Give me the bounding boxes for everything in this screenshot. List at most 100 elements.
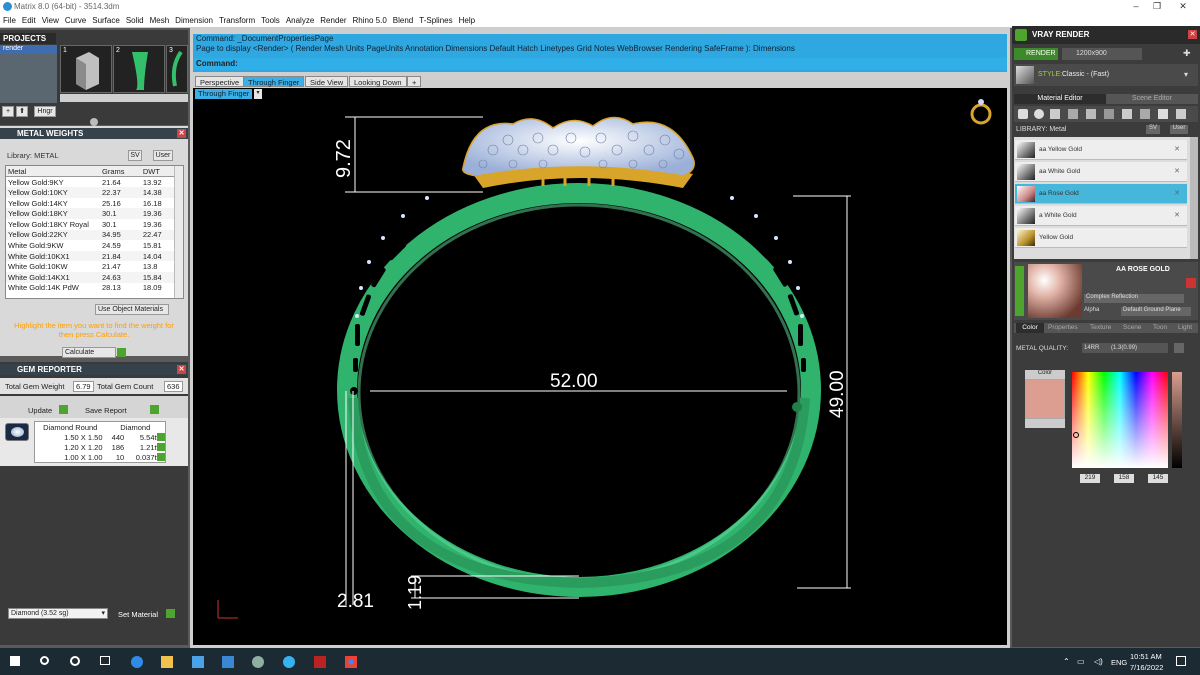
- col-dwt[interactable]: DWT: [140, 166, 176, 178]
- tab-side-view[interactable]: Side View: [305, 76, 349, 87]
- table-row[interactable]: Yellow Gold:9KY 21.64 13.92: [6, 177, 176, 188]
- project-thumb-2[interactable]: 2: [113, 45, 165, 93]
- color-swatch[interactable]: [1025, 379, 1065, 419]
- row-go-icon[interactable]: [157, 433, 165, 441]
- up-button[interactable]: ⬆: [16, 106, 28, 117]
- volume-icon[interactable]: ◁): [1094, 657, 1103, 666]
- search-icon[interactable]: [40, 656, 49, 665]
- collapse-dot-icon[interactable]: [90, 118, 98, 126]
- store-icon[interactable]: [192, 656, 204, 668]
- tab-perspective[interactable]: Perspective: [195, 76, 245, 87]
- file-explorer-icon[interactable]: [161, 656, 173, 668]
- close-icon[interactable]: ✕: [177, 365, 186, 374]
- add-tab-button[interactable]: +: [407, 76, 422, 87]
- chrome-icon[interactable]: [345, 656, 357, 668]
- menu-tools[interactable]: Tools: [258, 14, 283, 28]
- tool-icon[interactable]: [1086, 109, 1096, 119]
- tool-icon[interactable]: [1068, 109, 1078, 119]
- rgb-red[interactable]: 219: [1080, 474, 1100, 483]
- tab-texture[interactable]: Texture: [1090, 324, 1111, 331]
- maximize-button[interactable]: ❐: [1147, 1, 1167, 12]
- menu-render[interactable]: Render: [317, 14, 349, 28]
- remove-icon[interactable]: ✕: [1174, 167, 1180, 175]
- close-icon[interactable]: ✕: [177, 129, 186, 138]
- tool-icon[interactable]: [1158, 109, 1168, 119]
- menu-surface[interactable]: Surface: [89, 14, 123, 28]
- tool-icon[interactable]: [1122, 109, 1132, 119]
- rgb-green[interactable]: 158: [1114, 474, 1134, 483]
- project-thumb-1[interactable]: 1: [60, 45, 112, 93]
- menu-solid[interactable]: Solid: [123, 14, 147, 28]
- material-item[interactable]: aa White Gold ✕: [1015, 162, 1187, 182]
- menu-view[interactable]: View: [39, 14, 62, 28]
- material-item-selected[interactable]: aa Rose Gold ✕: [1015, 184, 1187, 204]
- tool-icon[interactable]: [1176, 109, 1186, 119]
- update-button[interactable]: Update: [28, 406, 52, 415]
- remove-icon[interactable]: ✕: [1174, 189, 1180, 197]
- menu-dimension[interactable]: Dimension: [172, 14, 216, 28]
- close-icon[interactable]: ✕: [1188, 30, 1197, 39]
- sv-button[interactable]: SV: [128, 150, 142, 161]
- user-toggle[interactable]: User: [1170, 125, 1188, 134]
- table-row[interactable]: 1.20 X 1.20 186 1.21tw: [35, 442, 165, 452]
- table-row[interactable]: 1.00 X 1.00 10 0.037tw: [35, 452, 165, 462]
- hinge-button[interactable]: Hngr: [34, 106, 56, 117]
- calculate-go-icon[interactable]: [117, 348, 126, 357]
- sv-toggle[interactable]: SV: [1146, 125, 1160, 134]
- network-icon[interactable]: ▭: [1077, 657, 1085, 666]
- ground-select[interactable]: Default Ground Plane: [1121, 307, 1191, 316]
- color-cursor[interactable]: [1073, 432, 1079, 438]
- project-thumb-3[interactable]: 3: [166, 45, 188, 93]
- user-button[interactable]: User: [153, 150, 173, 161]
- clock-time[interactable]: 10:51 AM: [1130, 652, 1162, 661]
- set-material-go-icon[interactable]: [166, 609, 175, 618]
- table-row[interactable]: Yellow Gold:10KY 22.37 14.38: [6, 187, 176, 198]
- tab-through-finger[interactable]: Through Finger: [243, 76, 305, 87]
- table-row[interactable]: White Gold:10KW 21.47 13.8: [6, 261, 176, 272]
- table-row[interactable]: White Gold:10KX1 21.84 14.04: [6, 250, 176, 262]
- tool-icon[interactable]: [1050, 109, 1060, 119]
- language-indicator[interactable]: ENG: [1111, 658, 1127, 667]
- settings-icon[interactable]: ✚: [1183, 48, 1191, 59]
- table-row[interactable]: Yellow Gold:14KY 25.16 16.18: [6, 198, 176, 209]
- table-row[interactable]: Yellow Gold:18KY 30.1 19.36: [6, 208, 176, 219]
- app-icon[interactable]: [252, 656, 264, 668]
- windows-start-icon[interactable]: [10, 656, 20, 666]
- menu-analyze[interactable]: Analyze: [283, 14, 317, 28]
- tab-material-editor[interactable]: Material Editor: [1014, 94, 1106, 104]
- menu-help[interactable]: Help: [456, 14, 478, 28]
- row-go-icon[interactable]: [157, 443, 165, 451]
- table-row[interactable]: Yellow Gold:22KY 34.95 22.47: [6, 229, 176, 241]
- use-object-materials-button[interactable]: Use Object Materials: [95, 304, 169, 315]
- set-material-button[interactable]: Set Material: [118, 610, 158, 619]
- menu-tsplines[interactable]: T-Splines: [416, 14, 455, 28]
- app-icon[interactable]: [283, 656, 295, 668]
- style-value[interactable]: Classic - (Fast): [1062, 71, 1109, 78]
- tray-chevron-icon[interactable]: ⌃: [1063, 657, 1070, 666]
- refresh-icon[interactable]: [1186, 278, 1196, 288]
- col-metal[interactable]: Metal: [6, 166, 100, 178]
- tab-toon[interactable]: Toon: [1153, 324, 1167, 331]
- col-grams[interactable]: Grams: [100, 166, 141, 178]
- material-item[interactable]: a White Gold ✕: [1015, 206, 1187, 226]
- clock-date[interactable]: 7/16/2022: [1130, 663, 1163, 672]
- tab-scene-editor[interactable]: Scene Editor: [1106, 94, 1198, 104]
- swatch-controls[interactable]: [1025, 419, 1065, 428]
- render-button[interactable]: RENDER: [1014, 48, 1058, 60]
- mail-icon[interactable]: [222, 656, 234, 668]
- chevron-down-icon[interactable]: ▾: [1184, 70, 1188, 79]
- tab-looking-down[interactable]: Looking Down: [349, 76, 407, 87]
- menu-file[interactable]: File: [0, 14, 19, 28]
- add-project-button[interactable]: +: [2, 106, 14, 117]
- expand-handle[interactable]: [1015, 266, 1024, 316]
- remove-icon[interactable]: ✕: [1174, 211, 1180, 219]
- metal-quality-select[interactable]: 14RR (1.3(0.99): [1082, 343, 1168, 353]
- viewport[interactable]: Through Finger ▾ 9.72 52.00 49.00 1.19 2…: [193, 88, 1007, 645]
- rgb-blue[interactable]: 145: [1148, 474, 1168, 483]
- material-item[interactable]: Yellow Gold: [1015, 228, 1187, 248]
- resolution-field[interactable]: 1200x900: [1062, 48, 1142, 60]
- calculate-button[interactable]: Calculate: [62, 347, 116, 358]
- tab-properties[interactable]: Properties: [1048, 324, 1078, 331]
- tab-scene[interactable]: Scene: [1123, 324, 1141, 331]
- reflection-select[interactable]: Complex Reflection: [1084, 294, 1184, 303]
